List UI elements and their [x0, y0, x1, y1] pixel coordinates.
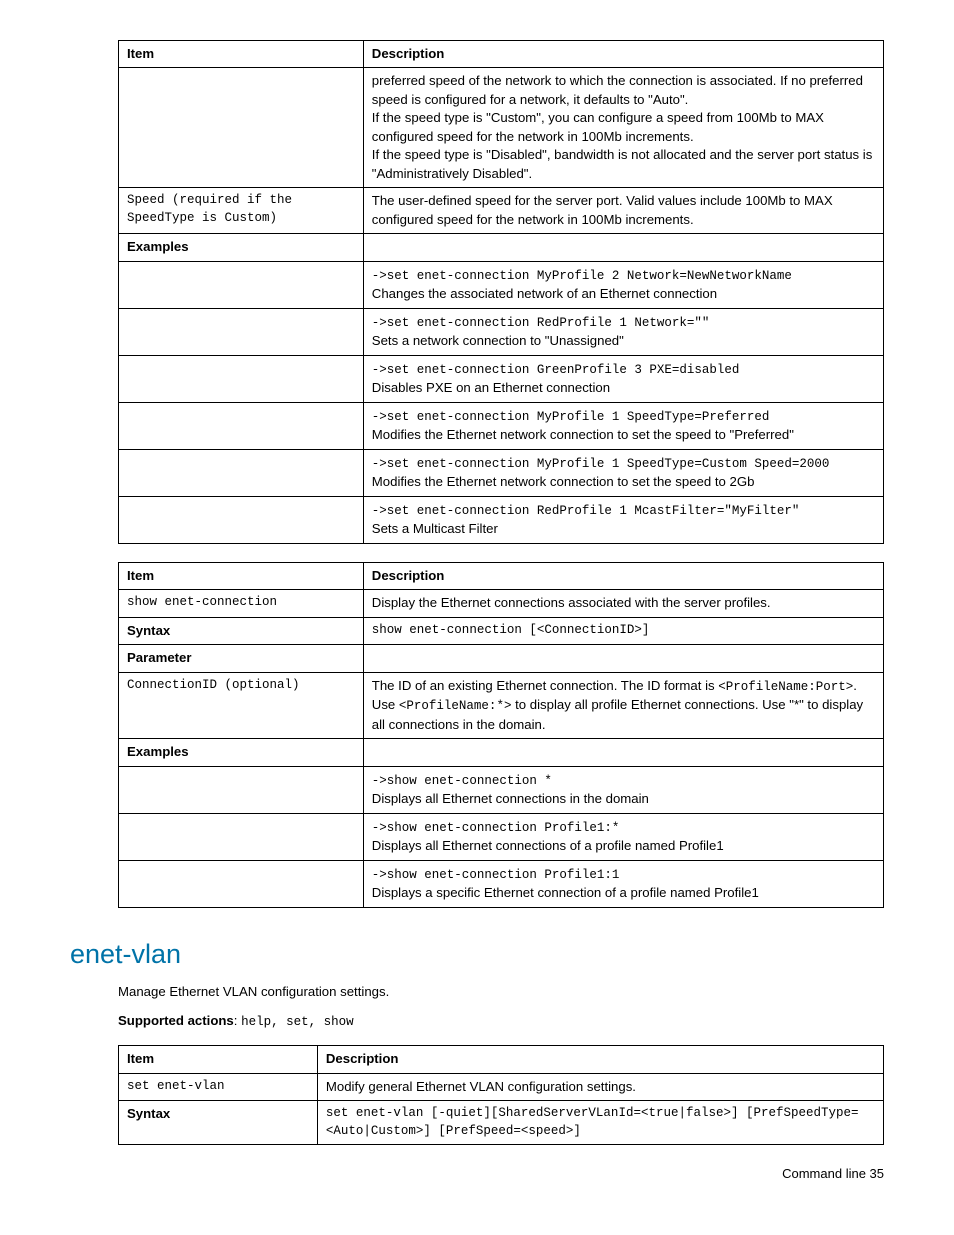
col-item-header: Item [119, 41, 364, 68]
col-desc-header: Description [363, 41, 883, 68]
example-desc: Sets a Multicast Filter [372, 521, 498, 536]
syntax-label: Syntax [119, 1101, 318, 1145]
parameter-label: Parameter [119, 645, 364, 672]
example-desc: Modifies the Ethernet network connection… [372, 474, 755, 489]
item-cell [119, 68, 364, 188]
desc-show: Display the Ethernet connections associa… [363, 590, 883, 617]
examples-label: Examples [119, 739, 364, 766]
example-cmd: ->set enet-connection MyProfile 1 SpeedT… [372, 410, 770, 424]
table-show-enet-connection: Item Description show enet-connection Di… [118, 562, 884, 908]
param-desc: The ID of an existing Ethernet connectio… [363, 672, 883, 738]
example-cmd: ->set enet-connection MyProfile 1 SpeedT… [372, 457, 830, 471]
example-cmd: ->set enet-connection MyProfile 2 Networ… [372, 269, 792, 283]
example-desc: Displays all Ethernet connections in the… [372, 791, 649, 806]
item-speed: Speed (required if the SpeedType is Cust… [119, 188, 364, 234]
example-cmd: ->show enet-connection Profile1:1 [372, 868, 620, 882]
example-desc: Changes the associated network of an Eth… [372, 286, 717, 301]
example-cmd: ->show enet-connection * [372, 774, 552, 788]
desc-cell: preferred speed of the network to which … [363, 68, 883, 188]
section-title-enet-vlan: enet-vlan [70, 936, 884, 974]
syntax-label: Syntax [119, 617, 364, 644]
syntax-value: show enet-connection [<ConnectionID>] [363, 617, 883, 644]
item-set-vlan: set enet-vlan [119, 1073, 318, 1100]
example-desc: Displays a specific Ethernet connection … [372, 885, 759, 900]
col-desc-header: Description [317, 1046, 883, 1073]
table-set-enet-vlan: Item Description set enet-vlan Modify ge… [118, 1045, 884, 1145]
param-item: ConnectionID (optional) [119, 672, 364, 738]
example-cmd: ->set enet-connection GreenProfile 3 PXE… [372, 363, 740, 377]
col-item-header: Item [119, 562, 364, 589]
table-set-enet-connection: Item Description preferred speed of the … [118, 40, 884, 544]
supported-actions: Supported actions: help, set, show [118, 1012, 884, 1032]
example-cmd: ->set enet-connection RedProfile 1 Netwo… [372, 316, 710, 330]
examples-label: Examples [119, 234, 364, 261]
item-show: show enet-connection [119, 590, 364, 617]
example-desc: Sets a network connection to "Unassigned… [372, 333, 624, 348]
example-desc: Modifies the Ethernet network connection… [372, 427, 794, 442]
example-desc: Displays all Ethernet connections of a p… [372, 838, 724, 853]
col-desc-header: Description [363, 562, 883, 589]
desc-speed: The user-defined speed for the server po… [363, 188, 883, 234]
col-item-header: Item [119, 1046, 318, 1073]
example-cmd: ->set enet-connection RedProfile 1 Mcast… [372, 504, 800, 518]
desc-set-vlan: Modify general Ethernet VLAN configurati… [317, 1073, 883, 1100]
page-footer: Command line 35 [70, 1165, 884, 1183]
example-desc: Disables PXE on an Ethernet connection [372, 380, 610, 395]
syntax-value: set enet-vlan [-quiet][SharedServerVLanI… [317, 1101, 883, 1145]
example-cmd: ->show enet-connection Profile1:* [372, 821, 620, 835]
intro-text: Manage Ethernet VLAN configuration setti… [118, 983, 884, 1001]
